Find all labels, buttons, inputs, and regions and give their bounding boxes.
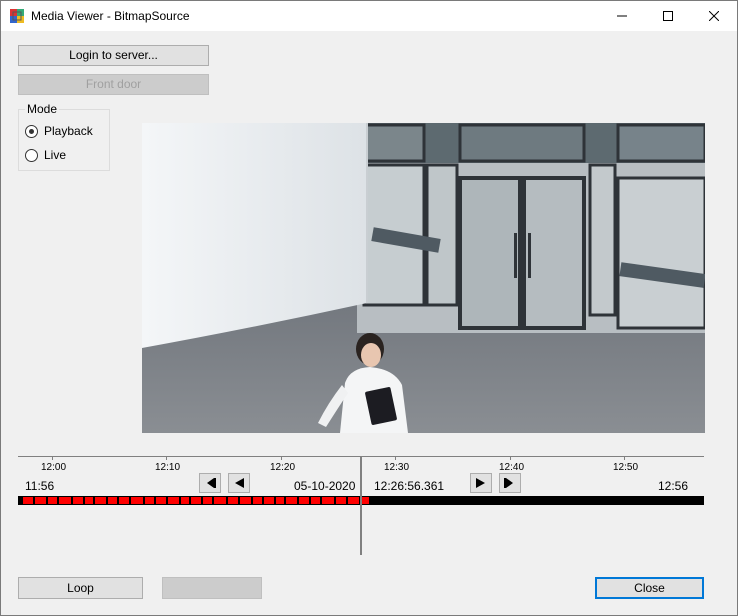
timeline[interactable]: 12:00 12:10 12:20 12:30 12:40 12:50 11:5… (18, 456, 704, 556)
playback-radio-label: Playback (44, 124, 93, 138)
recording-segment (35, 497, 46, 504)
mode-group-label: Mode (25, 102, 60, 116)
timeline-tick-label: 12:10 (155, 462, 181, 473)
recording-segment (181, 497, 189, 504)
maximize-icon (663, 11, 673, 21)
recording-segment (85, 497, 93, 504)
playback-radio[interactable] (25, 124, 38, 138)
timeline-tick-label: 12:00 (41, 462, 67, 473)
timeline-tick (166, 456, 167, 460)
recording-segment (203, 497, 212, 504)
recording-segment (299, 497, 309, 504)
skip-forward-icon (504, 478, 513, 488)
timeline-tick (395, 456, 396, 460)
live-radio-row[interactable]: Live (25, 148, 66, 162)
recording-segment (168, 497, 179, 504)
timeline-tick-label: 12:40 (499, 462, 525, 473)
minimize-icon (617, 15, 627, 17)
maximize-button[interactable] (645, 1, 691, 31)
recording-segments (23, 497, 369, 504)
recording-segment (59, 497, 71, 504)
skip-back-icon (207, 478, 216, 488)
recording-segment (253, 497, 262, 504)
timeline-tick-label: 12:30 (384, 462, 410, 473)
title-bar[interactable]: Media Viewer - BitmapSource (1, 1, 737, 31)
recording-segment (264, 497, 274, 504)
recording-segment (322, 497, 334, 504)
loop-button[interactable]: Loop (18, 577, 143, 599)
window-title: Media Viewer - BitmapSource (31, 9, 190, 23)
camera-image (142, 123, 705, 433)
mode-group: Mode Playback Live (18, 102, 110, 171)
recording-segment (336, 497, 346, 504)
timeline-tick (510, 456, 511, 460)
close-button[interactable]: Close (595, 577, 704, 599)
recording-segment (108, 497, 117, 504)
playback-radio-row[interactable]: Playback (25, 124, 93, 138)
playhead[interactable] (360, 456, 362, 555)
timeline-tick (281, 456, 282, 460)
recording-segment (145, 497, 154, 504)
live-radio[interactable] (25, 148, 38, 162)
timeline-end-time: 12:56 (658, 479, 689, 493)
recording-segment (95, 497, 106, 504)
timeline-tick (52, 456, 53, 460)
next-frame-button[interactable] (470, 473, 492, 493)
previous-sequence-button[interactable] (199, 473, 221, 493)
media-viewer-window: Media Viewer - BitmapSource Login to ser… (0, 0, 738, 616)
recording-segment (348, 497, 359, 504)
next-sequence-button[interactable] (499, 473, 521, 493)
minimize-button[interactable] (599, 1, 645, 31)
step-back-icon (235, 478, 244, 488)
recording-segment (119, 497, 129, 504)
previous-frame-button[interactable] (228, 473, 250, 493)
recording-segment (191, 497, 201, 504)
timeline-tick (624, 456, 625, 460)
close-icon (709, 11, 719, 21)
timeline-tick-label: 12:20 (270, 462, 296, 473)
video-frame (142, 123, 705, 433)
recording-segment (361, 497, 369, 504)
step-forward-icon (476, 478, 485, 488)
live-radio-label: Live (44, 148, 67, 162)
close-window-button[interactable] (691, 1, 737, 31)
timeline-start-time: 11:56 (25, 479, 55, 493)
recording-segment (48, 497, 57, 504)
timeline-tick-label: 12:50 (613, 462, 639, 473)
timeline-date: 05-10-2020 (294, 479, 356, 493)
recording-segment (23, 497, 33, 504)
recording-segment (156, 497, 166, 504)
recording-segment (276, 497, 284, 504)
recording-segment (311, 497, 320, 504)
camera-select-button[interactable]: Front door (18, 74, 209, 95)
recording-segment (286, 497, 297, 504)
recording-segment (228, 497, 238, 504)
app-icon (10, 9, 24, 23)
recording-segment (214, 497, 226, 504)
recording-segment (240, 497, 251, 504)
login-button[interactable]: Login to server... (18, 45, 209, 66)
recording-segment (131, 497, 143, 504)
recording-segment (73, 497, 83, 504)
timeline-current-time: 12:26:56.361 (374, 479, 445, 493)
blank-button[interactable] (162, 577, 262, 599)
